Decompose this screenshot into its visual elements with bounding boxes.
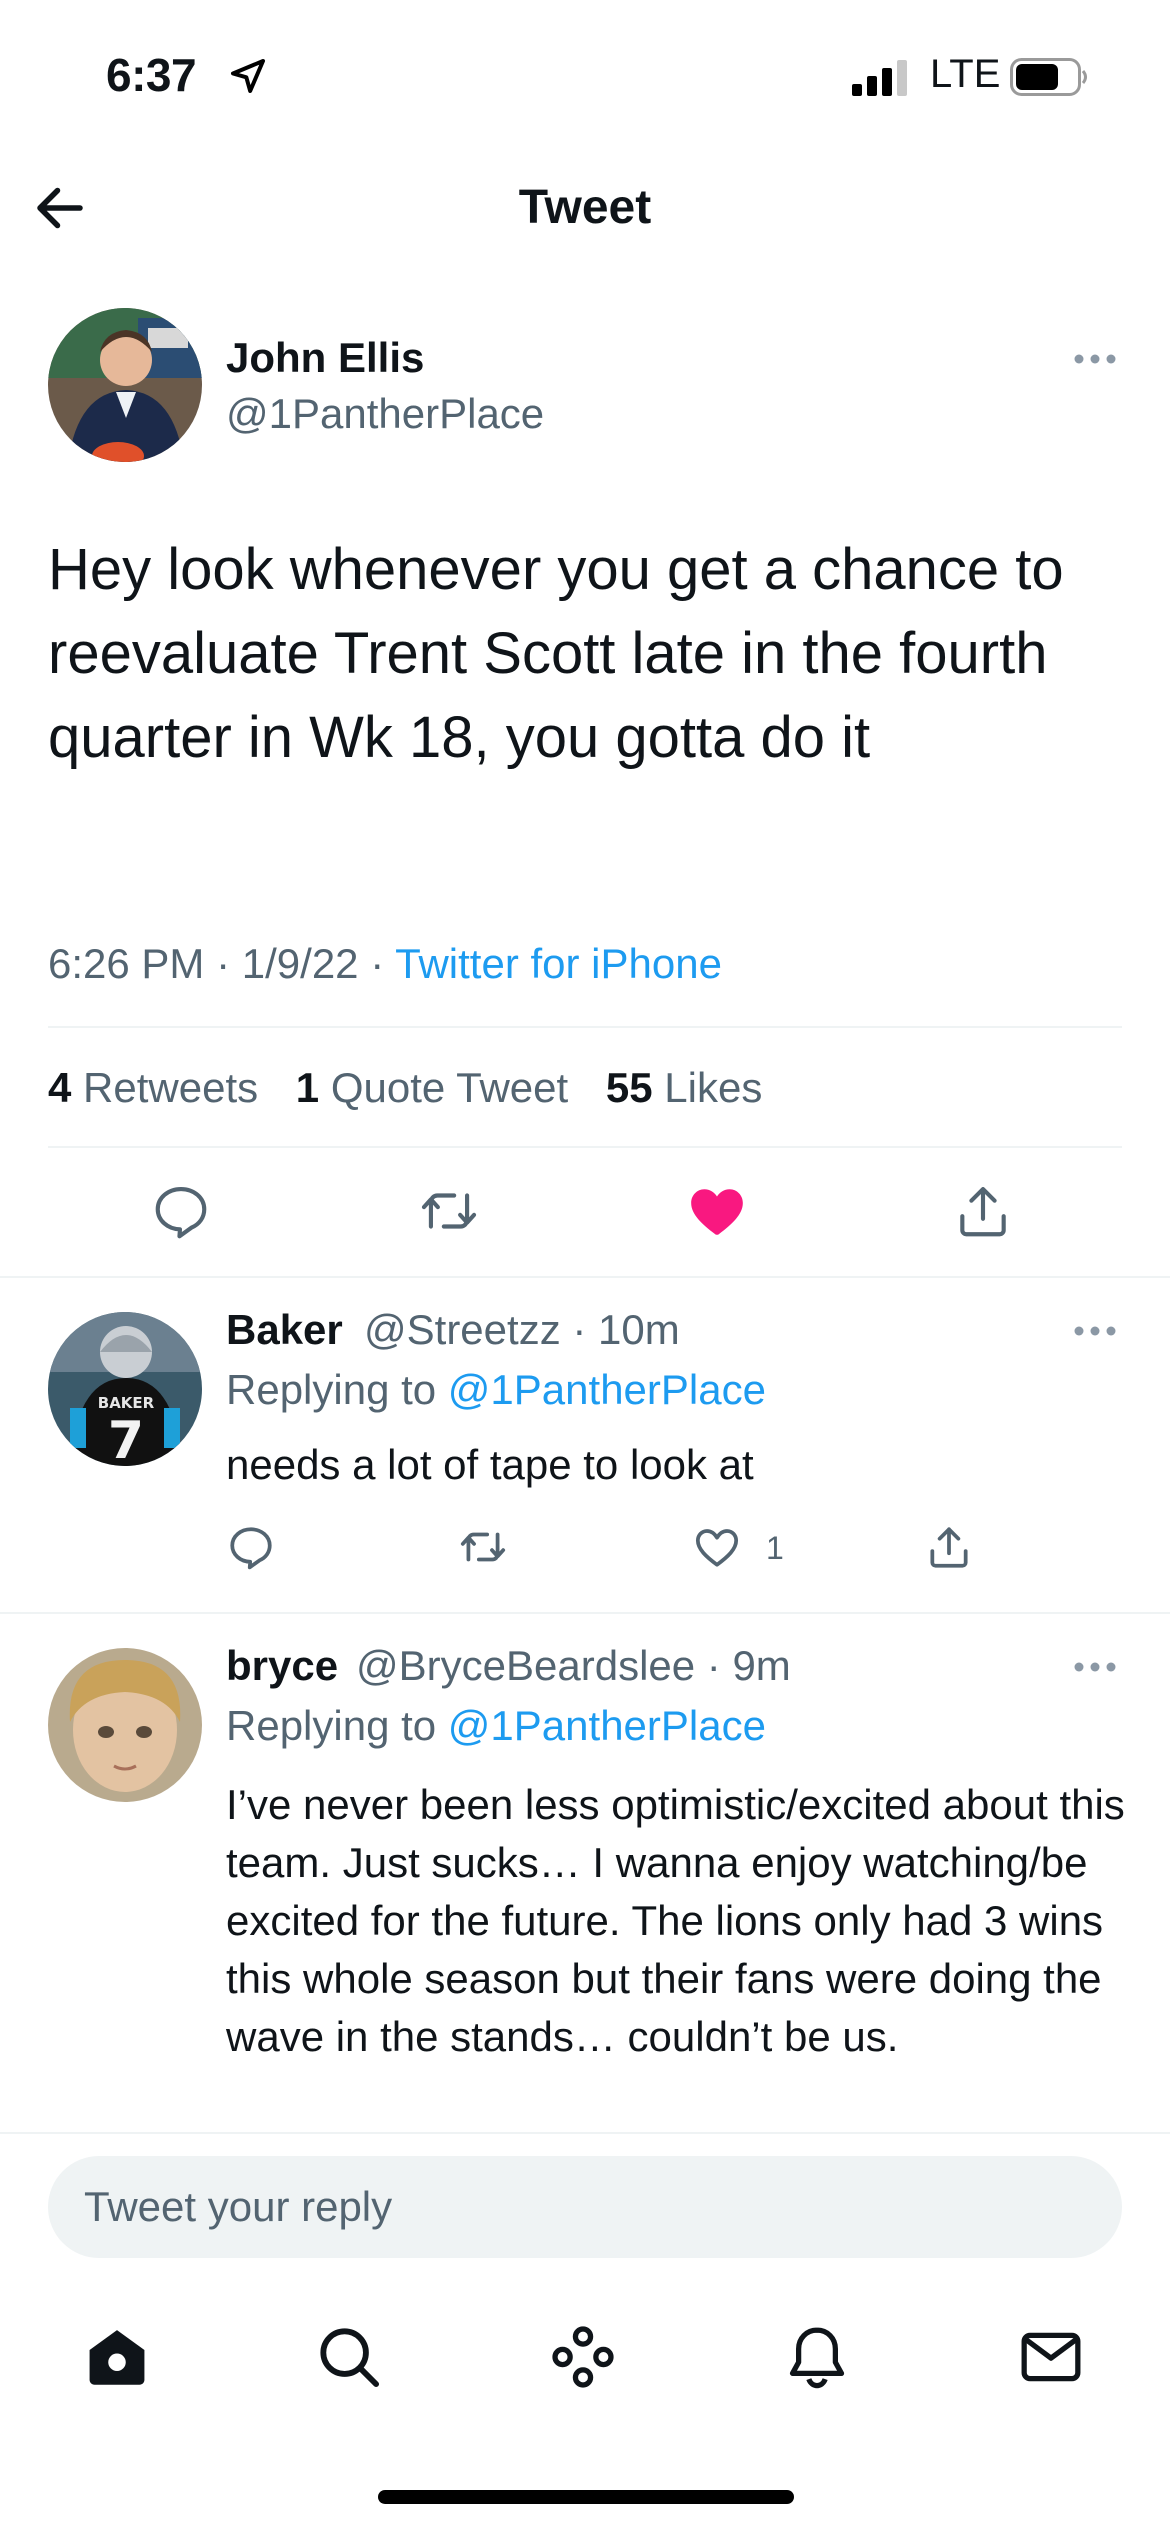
- divider: [48, 1146, 1122, 1148]
- heart-filled-icon[interactable]: [686, 1180, 748, 1242]
- tweet-time: 6:26 PM: [48, 940, 205, 987]
- meta-separator: ·: [370, 940, 385, 987]
- reply-icon[interactable]: [150, 1180, 212, 1242]
- divider: [0, 1276, 1170, 1278]
- retweets-label: Retweets: [83, 1064, 259, 1111]
- status-bar: 6:37 LTE: [0, 0, 1170, 150]
- top-nav: Tweet: [0, 150, 1170, 265]
- more-options-icon[interactable]: [1072, 1324, 1118, 1338]
- tab-bar: [0, 2282, 1170, 2532]
- author-name[interactable]: bryce: [226, 1642, 338, 1690]
- like-count: 1: [766, 1530, 784, 1566]
- quotes-count: 1: [295, 1064, 320, 1111]
- tweet-stats: 4 Retweets 1 Quote Tweet 55 Likes: [48, 1064, 762, 1112]
- likes-label: Likes: [664, 1064, 763, 1111]
- replying-to: Replying to @1PantherPlace: [226, 1366, 766, 1414]
- retweet-icon[interactable]: [458, 1522, 508, 1572]
- network-label: LTE: [930, 52, 1001, 96]
- divider: [48, 1026, 1122, 1028]
- author-name[interactable]: John Ellis: [226, 334, 424, 382]
- quotes-label: Quote Tweet: [330, 1064, 569, 1111]
- reply-age: · 9m: [706, 1642, 791, 1689]
- avatar[interactable]: [48, 1648, 202, 1802]
- reply-text: needs a lot of tape to look at: [226, 1441, 754, 1488]
- quotes-stat[interactable]: 1 Quote Tweet: [296, 1064, 568, 1111]
- meta-separator: ·: [216, 940, 231, 987]
- cellular-signal-icon: [852, 60, 907, 96]
- author-handle[interactable]: @1PantherPlace: [226, 390, 544, 438]
- avatar[interactable]: [48, 308, 202, 462]
- share-icon[interactable]: [952, 1180, 1014, 1242]
- replying-prefix: Replying to: [226, 1366, 437, 1413]
- reply-age: · 10m: [572, 1306, 680, 1353]
- author-handle-and-time[interactable]: @BryceBeardslee · 9m: [356, 1642, 791, 1690]
- author-name[interactable]: Baker: [226, 1306, 343, 1354]
- tweet-source-link[interactable]: Twitter for iPhone: [395, 940, 722, 987]
- svg-text:BAKER: BAKER: [98, 1394, 155, 1412]
- status-time: 6:37: [106, 49, 197, 101]
- svg-text:7: 7: [108, 1411, 144, 1466]
- divider: [0, 1612, 1170, 1614]
- retweets-stat[interactable]: 4 Retweets: [48, 1064, 258, 1111]
- reply-text: I’ve never been less optimistic/excited …: [226, 1781, 1125, 2060]
- notifications-icon[interactable]: [782, 2322, 852, 2392]
- retweets-count: 4: [48, 1064, 72, 1111]
- author-handle: @Streetzz: [364, 1306, 561, 1353]
- replying-to: Replying to @1PantherPlace: [226, 1702, 766, 1750]
- retweet-icon[interactable]: [418, 1180, 480, 1242]
- likes-stat[interactable]: 55 Likes: [606, 1064, 762, 1111]
- tweet-meta: 6:26 PM · 1/9/22 · Twitter for iPhone: [48, 940, 722, 988]
- more-options-icon[interactable]: [1072, 1660, 1118, 1674]
- mention-link[interactable]: @1PantherPlace: [448, 1366, 766, 1413]
- tweet-date: 1/9/22: [241, 940, 359, 987]
- reply-input[interactable]: [48, 2156, 1122, 2258]
- more-options-icon[interactable]: [1072, 352, 1118, 366]
- author-handle: @BryceBeardslee: [356, 1642, 696, 1689]
- home-icon[interactable]: [82, 2322, 152, 2392]
- replying-prefix: Replying to: [226, 1702, 437, 1749]
- author-handle-and-time[interactable]: @Streetzz · 10m: [364, 1306, 680, 1354]
- messages-icon[interactable]: [1016, 2322, 1086, 2392]
- reply-composer: [0, 2132, 1170, 2282]
- spaces-icon[interactable]: [548, 2322, 618, 2392]
- battery-icon: [1010, 58, 1087, 96]
- heart-icon[interactable]: [692, 1522, 742, 1572]
- location-arrow-icon: [231, 59, 265, 93]
- home-indicator: [378, 2490, 794, 2504]
- mention-link[interactable]: @1PantherPlace: [448, 1702, 766, 1749]
- search-icon[interactable]: [314, 2322, 384, 2392]
- avatar[interactable]: BAKER 7: [48, 1312, 202, 1466]
- likes-count: 55: [605, 1064, 653, 1111]
- page-title: Tweet: [518, 181, 652, 234]
- share-icon[interactable]: [924, 1522, 974, 1572]
- reply-icon[interactable]: [226, 1522, 276, 1572]
- tweet-text: Hey look whenever you get a chance to re…: [48, 537, 1064, 770]
